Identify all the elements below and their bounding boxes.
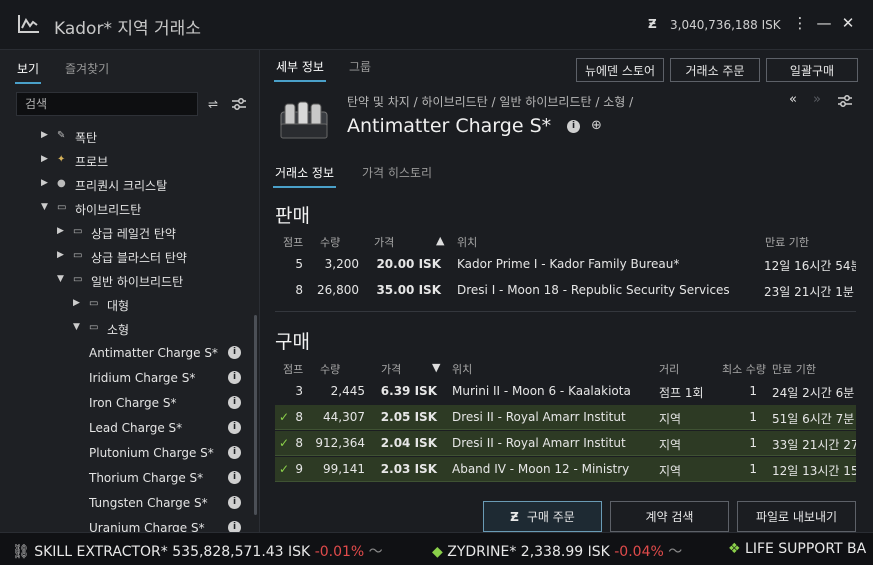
- column-header[interactable]: 거리: [659, 361, 679, 377]
- table-row[interactable]: ✓ 9 99,141 2.03 ISK Aband IV - Moon 12 -…: [275, 457, 856, 482]
- hybrid-charge-icon: ▭: [57, 202, 67, 213]
- contract-search-button[interactable]: 계약 검색: [610, 501, 729, 532]
- chevron-right-icon: ▶: [57, 250, 64, 260]
- wallet-balance: 3,040,736,188 ISK: [670, 18, 781, 32]
- market-chart-icon: [18, 15, 39, 33]
- column-header[interactable]: 가격: [374, 234, 394, 250]
- mineral-icon: ◆: [432, 544, 443, 560]
- chevron-right-icon: ▶: [41, 154, 48, 164]
- column-header[interactable]: 수량: [320, 234, 340, 250]
- commodity-icon: ❖: [728, 541, 741, 557]
- settings-icon[interactable]: [838, 95, 852, 107]
- hybrid-charge-icon: ▭: [89, 298, 99, 309]
- bomb-icon: ✎: [57, 130, 66, 141]
- tab-details[interactable]: 세부 정보: [274, 58, 326, 82]
- skill-extractor-icon: ⛓: [12, 544, 30, 560]
- minimize-button[interactable]: —: [815, 14, 833, 32]
- ticker-item[interactable]: ⛓ SKILL EXTRACTOR* 535,828,571.43 ISK -0…: [12, 541, 383, 561]
- tab-price-history[interactable]: 가격 히스토리: [362, 164, 432, 181]
- chevron-down-icon: ▼: [57, 274, 64, 284]
- column-header[interactable]: 만료 기한: [765, 234, 809, 250]
- page-title: Antimatter Charge S*: [347, 115, 552, 137]
- hybrid-charge-icon: [280, 101, 328, 139]
- market-ticker: ⛓ SKILL EXTRACTOR* 535,828,571.43 ISK -0…: [0, 532, 873, 565]
- chevron-down-icon: ▼: [73, 322, 80, 332]
- ticker-item[interactable]: ◆ ZYDRINE* 2,338.99 ISK -0.04% 〜: [432, 541, 682, 561]
- browse-panel: 보기 즐겨찾기 ⇌ ▶ ✎ 폭탄 ▶ ✦ 프로브 ▶ ● 프리퀀시 크리스탈 ▼…: [0, 50, 260, 532]
- probe-icon: ✦: [57, 154, 66, 165]
- chevron-down-icon: ▼: [41, 202, 48, 212]
- market-orders-button[interactable]: 거래소 주문: [670, 58, 760, 82]
- sparkline-icon: 〜: [668, 544, 683, 560]
- column-header[interactable]: 만료 기한: [772, 361, 816, 377]
- new-eden-store-button[interactable]: 뉴에덴 스토어: [576, 58, 664, 82]
- column-header[interactable]: 점프: [283, 361, 303, 377]
- hybrid-charge-icon: ▭: [89, 322, 99, 333]
- title-bar: Kador* 지역 거래소 Ƶ 3,040,736,188 ISK ⋮ — ✕: [0, 0, 873, 50]
- buy-section-title: 구매: [275, 331, 310, 353]
- filter-settings-icon[interactable]: [232, 98, 246, 110]
- breadcrumb[interactable]: 탄약 및 차지 / 하이브리드탄 / 일반 하이브리드탄 / 소형 /: [347, 93, 633, 110]
- column-header[interactable]: 가격: [381, 361, 401, 377]
- hybrid-charge-icon: ▭: [73, 274, 83, 285]
- table-row[interactable]: ✓ 8 912,364 2.04 ISK Dresi II - Royal Am…: [275, 431, 856, 456]
- sort-asc-icon: ▲: [436, 234, 445, 247]
- tab-browse[interactable]: 보기: [14, 60, 42, 84]
- ticker-item[interactable]: ❖ LIFE SUPPORT BA: [728, 541, 866, 557]
- isk-currency-icon: Ƶ: [648, 17, 657, 31]
- chevron-right-icon: ▶: [41, 130, 48, 140]
- chevron-right-icon: ▶: [73, 298, 80, 308]
- hybrid-charge-icon: ▭: [73, 226, 83, 237]
- info-icon[interactable]: i: [228, 471, 241, 484]
- forward-icon: »: [813, 92, 821, 107]
- isk-currency-icon: Ƶ: [510, 510, 519, 524]
- info-icon[interactable]: i: [228, 371, 241, 384]
- window-title: Kador* 지역 거래소: [54, 19, 201, 39]
- tab-market-data[interactable]: 거래소 정보: [272, 164, 337, 188]
- column-header[interactable]: 최소 수량: [722, 361, 766, 377]
- more-options-button[interactable]: ⋮: [791, 14, 809, 32]
- crystal-icon: ●: [57, 178, 66, 189]
- info-icon[interactable]: i: [228, 421, 241, 434]
- info-icon[interactable]: i: [228, 446, 241, 459]
- sort-icon[interactable]: ⇌: [208, 97, 218, 111]
- sell-section-title: 판매: [275, 205, 310, 227]
- multibuy-button[interactable]: 일괄구매: [766, 58, 858, 82]
- tree-scrollbar[interactable]: [254, 315, 257, 515]
- tab-groups[interactable]: 그룹: [349, 58, 371, 75]
- export-to-file-button[interactable]: 파일로 내보내기: [737, 501, 856, 532]
- info-icon[interactable]: i: [228, 346, 241, 359]
- back-icon[interactable]: «: [789, 92, 797, 107]
- info-icon[interactable]: i: [228, 521, 241, 532]
- table-row[interactable]: 3 2,445 6.39 ISK Murini II - Moon 6 - Ka…: [275, 379, 856, 404]
- chevron-right-icon: ▶: [57, 226, 64, 236]
- column-header[interactable]: 위치: [457, 234, 477, 250]
- search-input[interactable]: [16, 92, 198, 116]
- market-tree: ▶ ✎ 폭탄 ▶ ✦ 프로브 ▶ ● 프리퀀시 크리스탈 ▼ ▭ 하이브리드탄 …: [0, 125, 254, 532]
- table-row[interactable]: 8 26,800 35.00 ISK Dresi I - Moon 18 - R…: [275, 278, 856, 303]
- target-icon[interactable]: ⊕: [591, 118, 602, 133]
- hybrid-charge-icon: ▭: [73, 250, 83, 261]
- tab-favorites[interactable]: 즐겨찾기: [65, 60, 109, 77]
- table-row[interactable]: ✓ 8 44,307 2.05 ISK Dresi II - Royal Ama…: [275, 405, 856, 430]
- close-button[interactable]: ✕: [839, 14, 857, 32]
- column-header[interactable]: 수량: [320, 361, 340, 377]
- chevron-right-icon: ▶: [41, 178, 48, 188]
- table-row[interactable]: 5 3,200 20.00 ISK Kador Prime I - Kador …: [275, 252, 856, 277]
- info-icon[interactable]: i: [567, 120, 580, 133]
- sparkline-icon: 〜: [368, 544, 383, 560]
- info-icon[interactable]: i: [228, 396, 241, 409]
- section-divider: [275, 311, 856, 312]
- info-icon[interactable]: i: [228, 496, 241, 509]
- column-header[interactable]: 점프: [283, 234, 303, 250]
- buy-order-button[interactable]: Ƶ 구매 주문: [483, 501, 602, 532]
- column-header[interactable]: 위치: [452, 361, 472, 377]
- sort-desc-icon: ▼: [432, 361, 441, 374]
